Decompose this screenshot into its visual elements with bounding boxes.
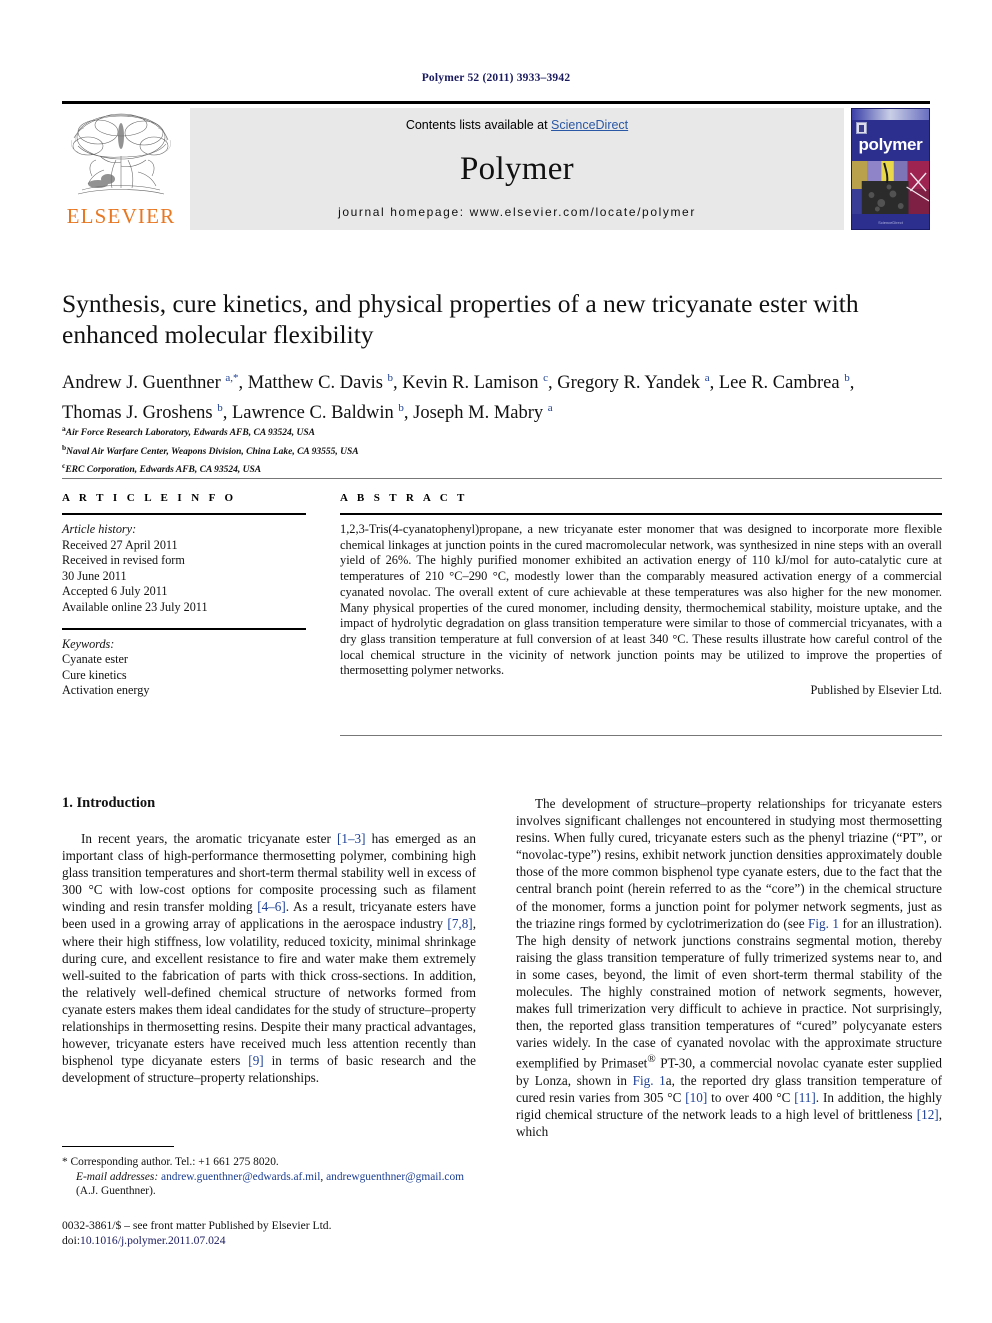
keyword-item: Cure kinetics [62, 667, 127, 682]
journal-homepage-line[interactable]: journal homepage: www.elsevier.com/locat… [190, 205, 844, 219]
history-item: Received in revised form [62, 553, 185, 568]
footnote-block: * Corresponding author. Tel.: +1 661 275… [62, 1155, 476, 1199]
keyword-item: Activation energy [62, 683, 150, 698]
front-matter-block: 0032-3861/$ – see front matter Published… [62, 1218, 562, 1248]
article-info-column: A R T I C L E I N F O Article history: R… [62, 492, 306, 699]
footnote-separator-rule [62, 1146, 174, 1147]
article-info-heading: A R T I C L E I N F O [62, 492, 237, 504]
affiliation-item: cERC Corporation, Edwards AFB, CA 93524,… [62, 459, 942, 478]
cover-publisher-mark-icon [856, 122, 867, 134]
author-line-1: Andrew J. Guenthner a,*, Matthew C. Davi… [62, 372, 855, 394]
masthead-banner: Contents lists available at ScienceDirec… [190, 108, 844, 230]
section-heading-introduction: 1. Introduction [62, 795, 156, 811]
journal-article-page: Polymer 52 (2011) 3933–3942 ELSEVIER Con… [0, 0, 992, 1323]
article-history-block: Article history: Received 27 April 2011 … [62, 522, 306, 616]
affiliation-text: Air Force Research Laboratory, Edwards A… [65, 428, 315, 439]
history-item: Available online 23 July 2011 [62, 599, 208, 614]
affiliation-text: Naval Air Warfare Center, Weapons Divisi… [66, 446, 359, 457]
body-column-right: The development of structure–property re… [516, 795, 942, 1149]
cover-journal-name: polymer [858, 135, 923, 154]
history-item: Received 27 April 2011 [62, 537, 178, 552]
intro-paragraph-left: In recent years, the aromatic tricyanate… [62, 831, 476, 1086]
body-column-left: 1. Introduction In recent years, the aro… [62, 795, 476, 1095]
elsevier-wordmark: ELSEVIER [66, 204, 176, 228]
corresponding-author-note: * Corresponding author. Tel.: +1 661 275… [62, 1156, 279, 1168]
intro-paragraph-right: The development of structure–property re… [516, 796, 943, 1140]
journal-masthead: ELSEVIER Contents lists available at Sci… [62, 103, 930, 231]
abstract-rule [340, 513, 942, 515]
keywords-label: Keywords: [62, 636, 115, 651]
contents-prefix: Contents lists available at [405, 118, 552, 132]
cover-artwork [852, 161, 929, 214]
page-title: Synthesis, cure kinetics, and physical p… [62, 289, 859, 349]
affiliation-text: ERC Corporation, Edwards AFB, CA 93524, … [65, 465, 262, 476]
cover-top-gradient-bar [852, 109, 929, 120]
history-item: 30 June 2011 [62, 568, 127, 583]
author-list: Andrew J. Guenthner a,*, Matthew C. Davi… [62, 366, 942, 426]
elsevier-tree-icon [71, 113, 171, 195]
running-head: Polymer 52 (2011) 3933–3942 [421, 72, 571, 84]
doi-line[interactable]: doi:10.1016/j.polymer.2011.07.024 [62, 1233, 562, 1248]
doi-label: doi: [62, 1234, 81, 1247]
sciencedirect-link[interactable]: ScienceDirect [551, 118, 628, 132]
article-info-rule [62, 513, 306, 515]
abstract-heading: A B S T R A C T [340, 492, 468, 504]
abstract-column: A B S T R A C T 1,2,3-Tris(4-cyanatophen… [340, 492, 942, 698]
history-item: Accepted 6 July 2011 [62, 584, 168, 599]
elsevier-logo: ELSEVIER [62, 108, 180, 230]
contents-available-line: Contents lists available at ScienceDirec… [190, 118, 844, 132]
doi-value[interactable]: 10.1016/j.polymer.2011.07.024 [80, 1234, 225, 1247]
abstract-text: 1,2,3-Tris(4-cyanatophenyl)propane, a ne… [340, 522, 942, 678]
journal-title: Polymer [460, 151, 574, 187]
keywords-block: Keywords: Cyanate ester Cure kinetics Ac… [62, 637, 306, 699]
keyword-item: Cyanate ester [62, 652, 128, 667]
affiliation-item: bNaval Air Warfare Center, Weapons Divis… [62, 441, 942, 460]
cover-credit-text: ScienceDirect [878, 220, 903, 225]
email-addresses-note[interactable]: E-mail addresses: andrew.guenthner@edwar… [62, 1170, 476, 1199]
affiliation-list: aAir Force Research Laboratory, Edwards … [62, 422, 942, 478]
affiliation-item: aAir Force Research Laboratory, Edwards … [62, 422, 942, 441]
abstract-publisher-line: Published by Elsevier Ltd. [810, 683, 942, 698]
issn-front-matter: 0032-3861/$ – see front matter Published… [62, 1219, 332, 1232]
article-info-separator-rule [62, 627, 306, 630]
abstract-bottom-rule [340, 735, 942, 736]
info-section-top-rule [62, 478, 942, 479]
article-history-label: Article history: [62, 522, 137, 536]
journal-cover-thumbnail: polymer ScienceDirect [851, 108, 930, 230]
